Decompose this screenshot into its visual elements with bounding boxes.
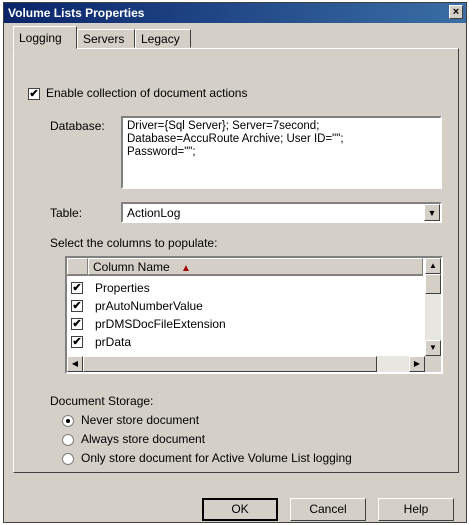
database-line: Database=AccuRoute Archive; User ID="";: [127, 133, 344, 145]
scroll-right-icon[interactable]: ▶: [409, 356, 425, 372]
tab-logging[interactable]: Logging: [13, 26, 77, 49]
columns-label: Select the columns to populate:: [50, 236, 218, 250]
never-store-radio[interactable]: [62, 415, 74, 427]
database-label: Database:: [50, 119, 105, 133]
close-button[interactable]: ×: [449, 5, 463, 19]
scrollbar-corner: [425, 356, 441, 372]
list-header: Column Name ▲: [67, 258, 423, 276]
list-item-label: prAutoNumberValue: [95, 299, 203, 313]
logging-panel: ✔ Enable collection of document actions …: [13, 48, 459, 473]
active-volume-store-radio[interactable]: [62, 453, 74, 465]
database-line: Driver={Sql Server}; Server=7second;: [127, 120, 320, 132]
always-store-radio[interactable]: [62, 434, 74, 446]
columns-listview[interactable]: Column Name ▲ ✔ Properties ✔ prAutoNumbe…: [65, 256, 443, 374]
scrollbar-thumb[interactable]: [83, 356, 377, 372]
list-item-label: Properties: [95, 281, 150, 295]
column-name-header-label: Column Name: [93, 260, 170, 274]
chevron-down-icon[interactable]: ▼: [424, 204, 440, 221]
row-checkbox[interactable]: ✔: [71, 318, 83, 330]
tab-servers[interactable]: Servers: [77, 29, 135, 48]
scrollbar-thumb[interactable]: [425, 274, 441, 294]
database-connection-text: Driver={Sql Server}; Server=7second; Dat…: [127, 120, 344, 159]
scroll-left-icon[interactable]: ◀: [67, 356, 83, 372]
ok-button[interactable]: OK: [202, 498, 278, 521]
help-button[interactable]: Help: [378, 498, 454, 521]
row-checkbox[interactable]: ✔: [71, 300, 83, 312]
row-checkbox[interactable]: ✔: [71, 336, 83, 348]
table-combobox[interactable]: ActionLog ▼: [121, 202, 442, 223]
title-bar[interactable]: Volume Lists Properties ×: [4, 3, 466, 23]
check-icon: ✔: [72, 318, 82, 330]
database-line: Password="";: [127, 146, 196, 158]
table-value: ActionLog: [127, 206, 181, 220]
cancel-button[interactable]: Cancel: [290, 498, 366, 521]
never-store-label: Never store document: [81, 413, 200, 427]
check-icon: ✔: [72, 282, 82, 294]
sort-ascending-icon: ▲: [181, 263, 191, 274]
check-icon: ✔: [29, 88, 39, 100]
always-store-label: Always store document: [81, 432, 206, 446]
scroll-down-icon[interactable]: ▼: [425, 340, 441, 356]
column-name-header[interactable]: Column Name ▲: [88, 258, 423, 275]
table-label: Table:: [50, 206, 83, 220]
horizontal-scrollbar[interactable]: ◀ ▶: [67, 356, 425, 372]
enable-collection-label: Enable collection of document actions: [46, 86, 248, 100]
enable-collection-checkbox[interactable]: ✔: [28, 88, 40, 100]
check-icon: ✔: [72, 336, 82, 348]
row-checkbox[interactable]: ✔: [71, 282, 83, 294]
window-title: Volume Lists Properties: [8, 6, 145, 20]
vertical-scrollbar[interactable]: ▲ ▼: [425, 258, 441, 356]
list-item-label: prDMSDocFileExtension: [95, 317, 226, 331]
tab-legacy[interactable]: Legacy: [135, 29, 191, 48]
list-item-label: prData: [95, 335, 132, 349]
active-volume-store-label: Only store document for Active Volume Li…: [81, 451, 352, 465]
header-check-column[interactable]: [67, 258, 88, 275]
database-textbox[interactable]: Driver={Sql Server}; Server=7second; Dat…: [121, 116, 442, 189]
check-icon: ✔: [72, 300, 82, 312]
dialog-window: Volume Lists Properties × Logging Server…: [3, 2, 467, 523]
document-storage-label: Document Storage:: [50, 394, 154, 408]
scroll-up-icon[interactable]: ▲: [425, 258, 441, 274]
